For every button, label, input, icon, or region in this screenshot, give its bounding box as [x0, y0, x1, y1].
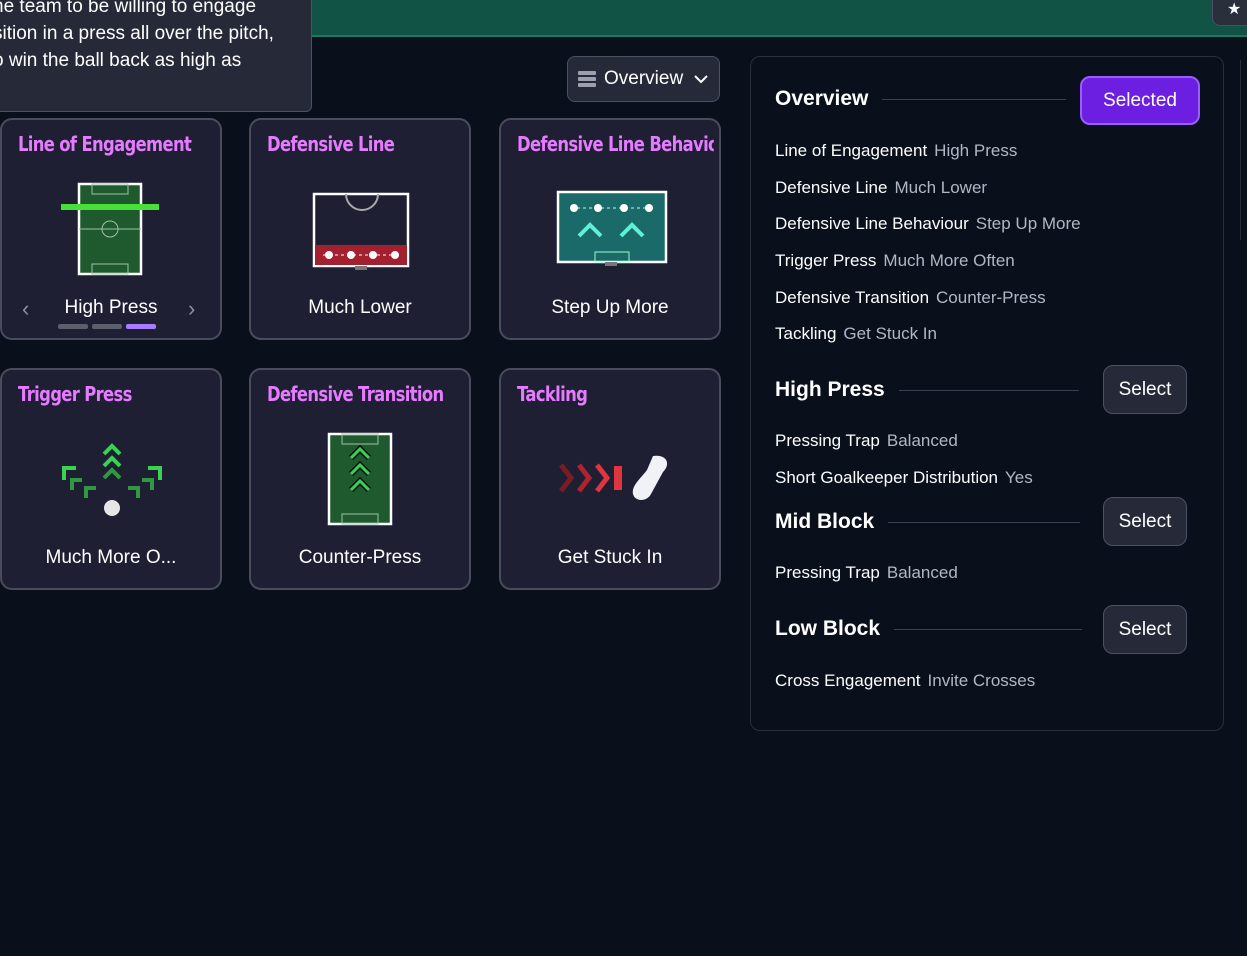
defensive-line-icon: [312, 192, 410, 270]
summary-row: Defensive Line Behaviour Step Up More: [775, 214, 1081, 233]
card-title: Tackling: [517, 382, 588, 406]
section-title: High Press: [775, 378, 885, 401]
tooltip: he team to be willing to engage sition i…: [0, 0, 312, 112]
divider: [882, 98, 1067, 100]
next-arrow-icon[interactable]: ›: [188, 296, 195, 322]
favourite-button[interactable]: ★: [1212, 0, 1247, 26]
boot-icon: [559, 455, 668, 500]
card-title: Defensive Line Behavio: [517, 132, 714, 156]
section-low-block: Low Block: [775, 617, 1083, 641]
counter-press-icon: [327, 432, 393, 526]
card-value: Much More O...: [45, 547, 177, 568]
pitch-line-icon: [61, 182, 159, 276]
tooltip-text: he team to be willing to engage sition i…: [0, 0, 274, 71]
section-title: Overview: [775, 87, 869, 110]
summary-row: Defensive Line Much Lower: [775, 178, 988, 197]
summary-row: Pressing Trap Balanced: [775, 431, 958, 450]
summary-row: Cross Engagement Invite Crosses: [775, 671, 1036, 690]
selected-button[interactable]: Selected: [1080, 76, 1200, 125]
summary-row: Pressing Trap Balanced: [775, 563, 958, 582]
card-title: Defensive Line: [267, 132, 395, 156]
summary-row: Tackling Get Stuck In: [775, 324, 937, 343]
overview-panel: Overview Selected Line of Engagement High…: [750, 56, 1224, 731]
card-title: Defensive Transition: [267, 382, 444, 406]
step-up-icon: [556, 190, 668, 266]
mid-block-select-button[interactable]: Select: [1103, 497, 1187, 546]
summary-row: Defensive Transition Counter-Press: [775, 288, 1046, 307]
card-defensive-transition[interactable]: Defensive Transition Counter-Press: [249, 368, 471, 590]
scrollbar-edge: [1240, 60, 1247, 240]
section-mid-block: Mid Block: [775, 510, 1081, 534]
star-icon: ★: [1227, 1, 1242, 18]
card-value: Step Up More: [551, 297, 669, 318]
card-tackling[interactable]: Tackling Get Stuck In: [499, 368, 721, 590]
list-icon: [578, 71, 596, 87]
card-value: Much Lower: [308, 297, 412, 318]
section-title: Mid Block: [775, 510, 875, 533]
card-defensive-line[interactable]: Defensive Line Much Lower: [249, 118, 471, 340]
card-line-of-engagement[interactable]: Line of Engagement ‹ High Press ›: [0, 118, 222, 340]
divider: [894, 628, 1083, 630]
high-press-select-button[interactable]: Select: [1103, 365, 1187, 414]
card-trigger-press[interactable]: Trigger Press Much More O...: [0, 368, 222, 590]
summary-row: Short Goalkeeper Distribution Yes: [775, 468, 1033, 487]
card-value: Counter-Press: [298, 547, 422, 568]
section-title: Low Block: [775, 617, 881, 640]
card-title: Line of Engagement: [18, 132, 192, 156]
section-overview: Overview: [775, 87, 1067, 111]
page-dots: [58, 324, 156, 329]
view-dropdown-label: Overview: [604, 68, 684, 89]
view-dropdown[interactable]: Overview: [567, 56, 720, 102]
divider: [898, 389, 1079, 391]
divider: [888, 521, 1081, 523]
low-block-select-button[interactable]: Select: [1103, 605, 1187, 654]
summary-row: Line of Engagement High Press: [775, 141, 1018, 160]
summary-row: Trigger Press Much More Often: [775, 251, 1015, 270]
chevron-down-icon: [694, 75, 708, 84]
card-value: Get Stuck In: [557, 547, 663, 568]
card-defensive-line-behaviour[interactable]: Defensive Line Behavio Step Up More: [499, 118, 721, 340]
section-high-press: High Press: [775, 378, 1079, 402]
trigger-press-icon: [62, 443, 162, 516]
card-title: Trigger Press: [18, 382, 132, 406]
